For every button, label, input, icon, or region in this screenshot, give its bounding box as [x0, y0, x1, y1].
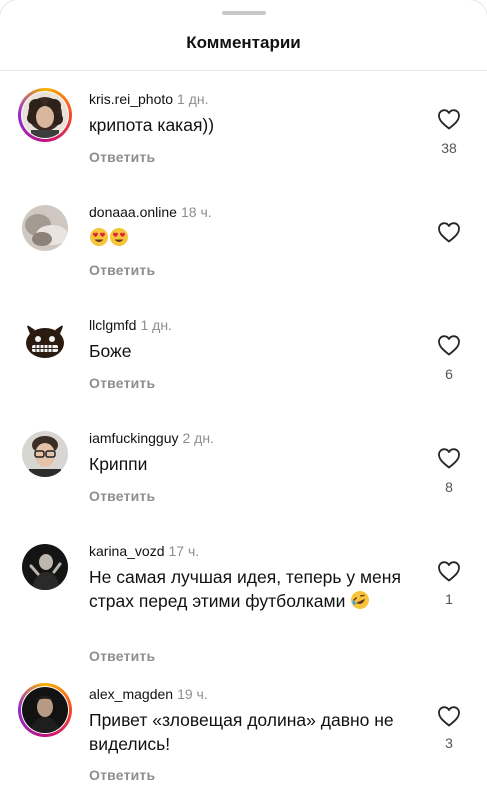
avatar — [22, 205, 68, 251]
reply-button[interactable]: Ответить — [89, 767, 155, 783]
comment-time: 18 ч. — [180, 204, 212, 220]
like-count: 6 — [445, 366, 453, 382]
reply-button[interactable]: Ответить — [89, 488, 155, 504]
comments-sheet: Комментарии kris.rei_photo 1 дн. крипота… — [0, 0, 487, 800]
comment-meta: llclgmfd 1 дн. — [89, 317, 172, 333]
comment-username[interactable]: llclgmfd — [89, 317, 136, 333]
comment-time: 1 дн. — [140, 317, 172, 333]
heart-icon — [438, 222, 460, 243]
like-button[interactable] — [436, 108, 462, 130]
avatar-wrap[interactable] — [18, 427, 72, 481]
avatar — [22, 544, 68, 590]
like-button[interactable] — [436, 560, 462, 582]
like-count: 8 — [445, 479, 453, 495]
avatar-story-ring[interactable] — [18, 683, 72, 737]
comment-text: крипота какая)) — [89, 115, 215, 135]
avatar-wrap[interactable] — [18, 540, 72, 594]
heart-icon — [438, 706, 460, 727]
comment-meta: iamfuckingguy 2 дн. — [89, 430, 214, 446]
avatar — [22, 92, 68, 138]
like-count: 1 — [445, 591, 453, 607]
heart-icon — [438, 335, 460, 356]
avatar — [22, 431, 68, 477]
reply-button[interactable]: Ответить — [89, 648, 155, 664]
heart-eyes-emoji — [90, 228, 108, 246]
reply-button[interactable]: Ответить — [89, 375, 155, 391]
comment-text: Привет «зловещая долина» давно не видели… — [89, 710, 394, 754]
avatar-wrap[interactable] — [18, 314, 72, 368]
like-count: 38 — [441, 140, 457, 156]
comment-username[interactable]: kris.rei_photo — [89, 91, 173, 107]
avatar-story-ring[interactable] — [18, 88, 72, 142]
comment-meta: donaaa.online 18 ч. — [89, 204, 212, 220]
comment-text: Боже — [89, 341, 132, 361]
comment-meta: alex_magden 19 ч. — [89, 686, 208, 702]
like-count: 3 — [445, 735, 453, 751]
comment-list: kris.rei_photo 1 дн. крипота какая)) Отве… — [0, 0, 487, 800]
heart-icon — [438, 448, 460, 469]
avatar — [22, 687, 68, 733]
reply-button[interactable]: Ответить — [89, 149, 155, 165]
rolling-laughing-emoji — [351, 591, 370, 609]
heart-icon — [438, 109, 460, 130]
comment-meta: kris.rei_photo 1 дн. — [89, 91, 209, 107]
like-button[interactable] — [436, 705, 462, 727]
comment-username[interactable]: alex_magden — [89, 686, 173, 702]
comment-text — [89, 226, 404, 250]
comment-text: Криппи — [89, 454, 148, 474]
avatar-wrap[interactable] — [18, 201, 72, 255]
like-button[interactable] — [436, 221, 462, 243]
comment-username[interactable]: donaaa.online — [89, 204, 177, 220]
comment-time: 2 дн. — [182, 430, 214, 446]
heart-icon — [438, 561, 460, 582]
heart-eyes-emoji — [110, 228, 128, 246]
avatar — [22, 318, 68, 364]
comment-text: Не самая лучшая идея, теперь у меня стра… — [89, 565, 404, 613]
like-button[interactable] — [436, 447, 462, 469]
comment-time: 19 ч. — [177, 686, 208, 702]
comment-meta: karina_vozd 17 ч. — [89, 543, 199, 559]
comment-time: 1 дн. — [177, 91, 209, 107]
comment-username[interactable]: karina_vozd — [89, 543, 165, 559]
comment-time: 17 ч. — [168, 543, 200, 559]
comment-username[interactable]: iamfuckingguy — [89, 430, 179, 446]
reply-button[interactable]: Ответить — [89, 262, 155, 278]
like-button[interactable] — [436, 334, 462, 356]
